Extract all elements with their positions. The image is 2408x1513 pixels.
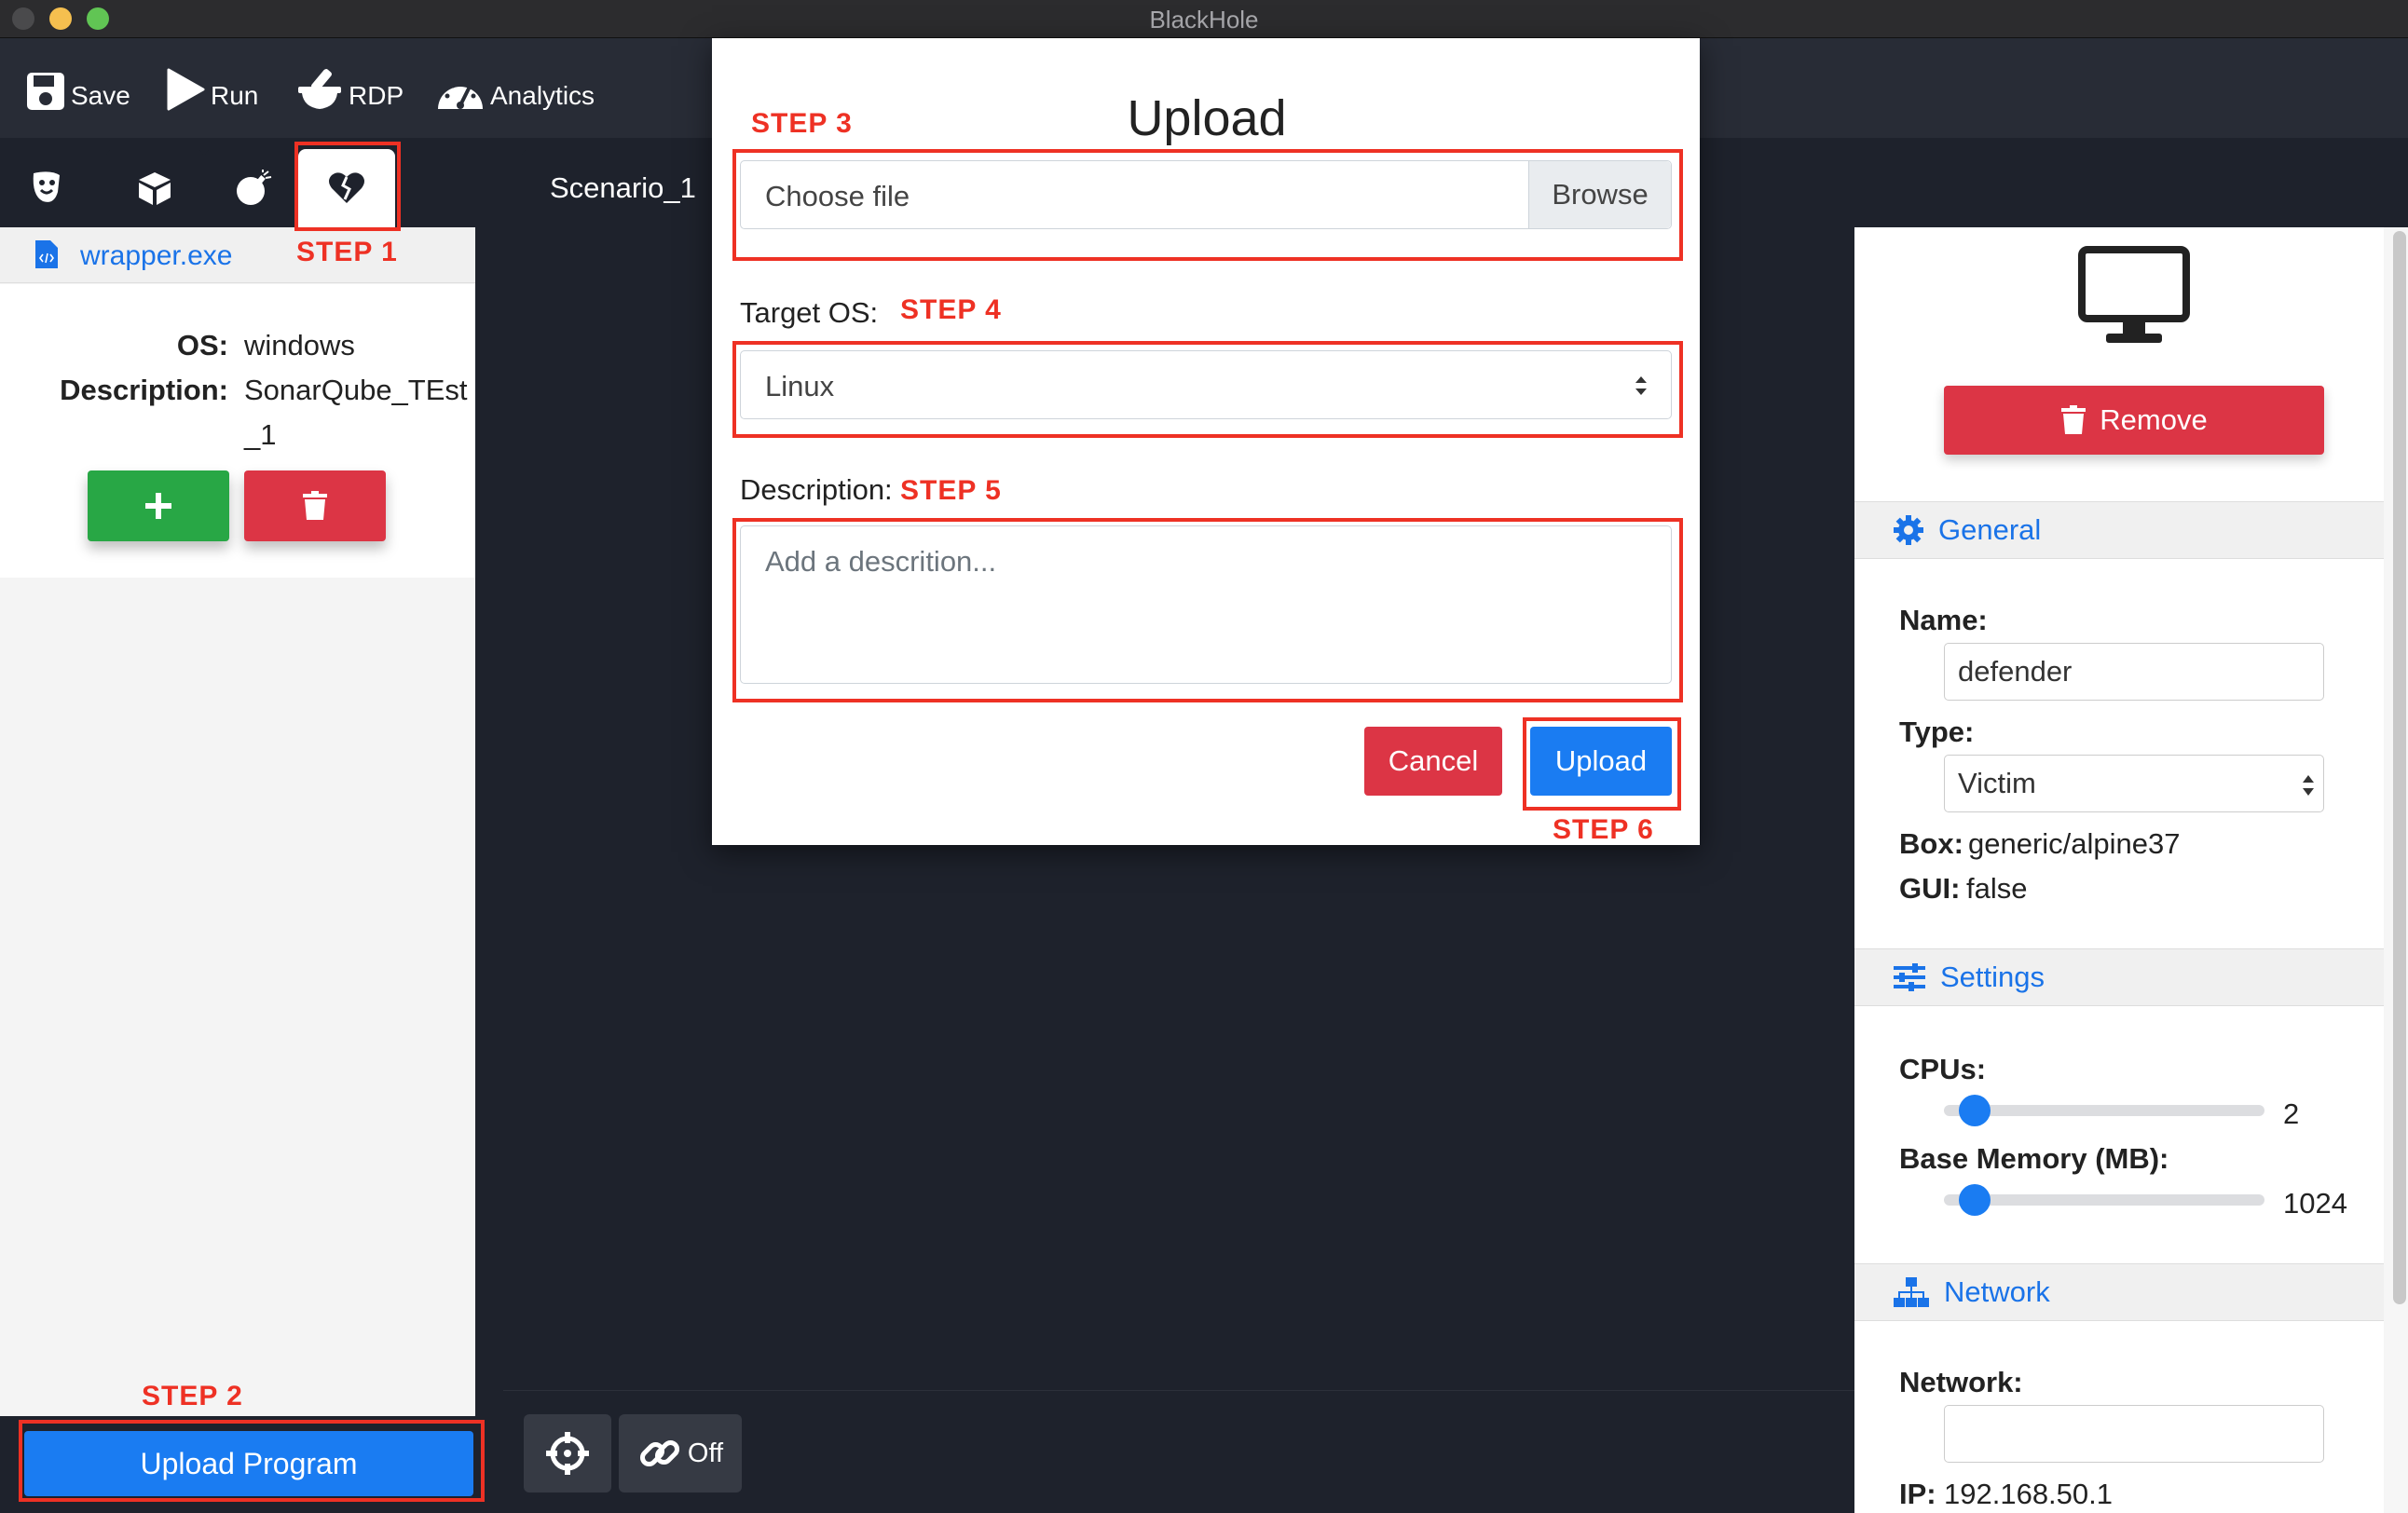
tab-attacks[interactable] <box>205 149 302 227</box>
network-input[interactable] <box>1944 1405 2324 1463</box>
description-value-cont: _1 <box>244 418 277 451</box>
left-panel: wrapper.exe OS: windows Description: Son… <box>0 227 475 1416</box>
run-label: Run <box>211 81 259 110</box>
scenario-tab-label: Scenario_1 <box>550 171 696 204</box>
sliders-icon <box>1894 963 1925 991</box>
analytics-label: Analytics <box>490 81 595 110</box>
network-icon <box>1894 1277 1929 1307</box>
link-icon <box>639 1439 679 1467</box>
add-program-button[interactable] <box>88 470 229 541</box>
plus-icon <box>145 493 171 519</box>
target-os-label: Target OS: <box>740 296 879 329</box>
modal-title: Upload <box>1127 90 1287 146</box>
box-label: Box: <box>1899 827 1963 860</box>
save-label: Save <box>71 81 130 110</box>
step4-label: STEP 4 <box>900 294 1002 325</box>
name-input[interactable]: defender <box>1944 643 2324 701</box>
mortar-pestle-icon <box>298 69 341 109</box>
trash-icon <box>303 491 327 520</box>
step2-label: STEP 2 <box>142 1381 243 1411</box>
program-list-item[interactable]: wrapper.exe <box>0 227 475 283</box>
center-view-button[interactable] <box>524 1414 611 1493</box>
rdp-label: RDP <box>349 81 404 110</box>
trash-icon <box>2061 405 2086 434</box>
tachometer-icon <box>438 83 483 109</box>
window-title: BlackHole <box>1149 6 1259 34</box>
step2-highlight <box>19 1420 485 1502</box>
tab-scenario[interactable]: Scenario_1 <box>522 149 708 227</box>
program-details: OS: windows Description: SonarQube_TEst … <box>0 284 475 578</box>
link-toggle-button[interactable]: Off <box>619 1414 742 1493</box>
settings-section <box>1854 1006 2384 1263</box>
program-file-name[interactable]: wrapper.exe <box>80 240 232 272</box>
crosshairs-icon <box>546 1432 589 1475</box>
os-value: windows <box>244 329 355 361</box>
memory-label: Base Memory (MB): <box>1899 1142 2169 1175</box>
title-bar: BlackHole <box>0 0 2408 38</box>
memory-value: 1024 <box>2283 1187 2347 1220</box>
modal-description-label: Description: <box>740 473 893 506</box>
cpus-slider-handle[interactable] <box>1959 1095 1991 1126</box>
description-label: Description: <box>60 374 228 406</box>
tab-boxes[interactable] <box>106 149 203 227</box>
right-panel-scrollbar[interactable] <box>2393 231 2406 1304</box>
cpus-value: 2 <box>2283 1097 2300 1130</box>
file-code-icon <box>35 240 58 268</box>
box-icon <box>139 172 171 205</box>
link-toggle-label: Off <box>687 1438 724 1468</box>
network-section-header[interactable]: Network <box>1854 1263 2384 1321</box>
play-icon <box>167 68 205 111</box>
rdp-button[interactable]: RDP <box>296 59 404 111</box>
memory-slider-handle[interactable] <box>1959 1184 1991 1216</box>
general-header-label: General <box>1938 513 2042 546</box>
bomb-icon <box>237 170 272 205</box>
cpus-slider[interactable] <box>1944 1105 2264 1116</box>
step1-label: STEP 1 <box>296 237 398 267</box>
remove-label: Remove <box>2100 403 2208 436</box>
save-button[interactable]: Save <box>26 59 130 111</box>
run-button[interactable]: Run <box>166 59 258 111</box>
gui-label: GUI: <box>1899 872 1961 905</box>
step6-highlight <box>1523 717 1681 811</box>
ip-value: 192.168.50.1 <box>1944 1478 2114 1510</box>
gear-icon <box>1894 515 1923 545</box>
desktop-icon <box>2078 246 2190 343</box>
analytics-button[interactable]: Analytics <box>436 59 595 111</box>
step5-highlight <box>732 518 1683 702</box>
select-arrows-icon <box>2303 775 2314 796</box>
settings-header-label: Settings <box>1940 961 2045 993</box>
type-select-value: Victim <box>1958 767 2036 799</box>
network-header-label: Network <box>1944 1275 2050 1308</box>
step6-label: STEP 6 <box>1553 814 1654 845</box>
type-label: Type: <box>1899 716 1975 748</box>
name-label: Name: <box>1899 604 1988 636</box>
cpus-label: CPUs: <box>1899 1053 1987 1085</box>
step1-highlight <box>294 142 401 231</box>
type-select[interactable]: Victim <box>1944 755 2324 812</box>
os-label: OS: <box>176 329 228 361</box>
step5-label: STEP 5 <box>900 475 1002 506</box>
memory-slider[interactable] <box>1944 1194 2264 1206</box>
delete-program-button[interactable] <box>244 470 386 541</box>
step3-label: STEP 3 <box>751 108 853 139</box>
step4-highlight <box>732 341 1683 438</box>
floppy-disk-icon <box>27 73 64 110</box>
step3-highlight <box>732 149 1683 261</box>
general-section-header[interactable]: General <box>1854 501 2384 559</box>
description-value: SonarQube_TEst <box>244 374 468 406</box>
box-value: generic/alpine37 <box>1968 827 2181 860</box>
tab-profiles[interactable] <box>2 149 99 227</box>
theater-masks-icon <box>33 171 60 202</box>
ip-label: IP: <box>1899 1478 1936 1510</box>
cancel-button[interactable]: Cancel <box>1364 727 1502 796</box>
settings-section-header[interactable]: Settings <box>1854 948 2384 1006</box>
network-label: Network: <box>1899 1366 2023 1398</box>
remove-machine-button[interactable]: Remove <box>1944 386 2324 455</box>
gui-value: false <box>1966 872 2028 905</box>
